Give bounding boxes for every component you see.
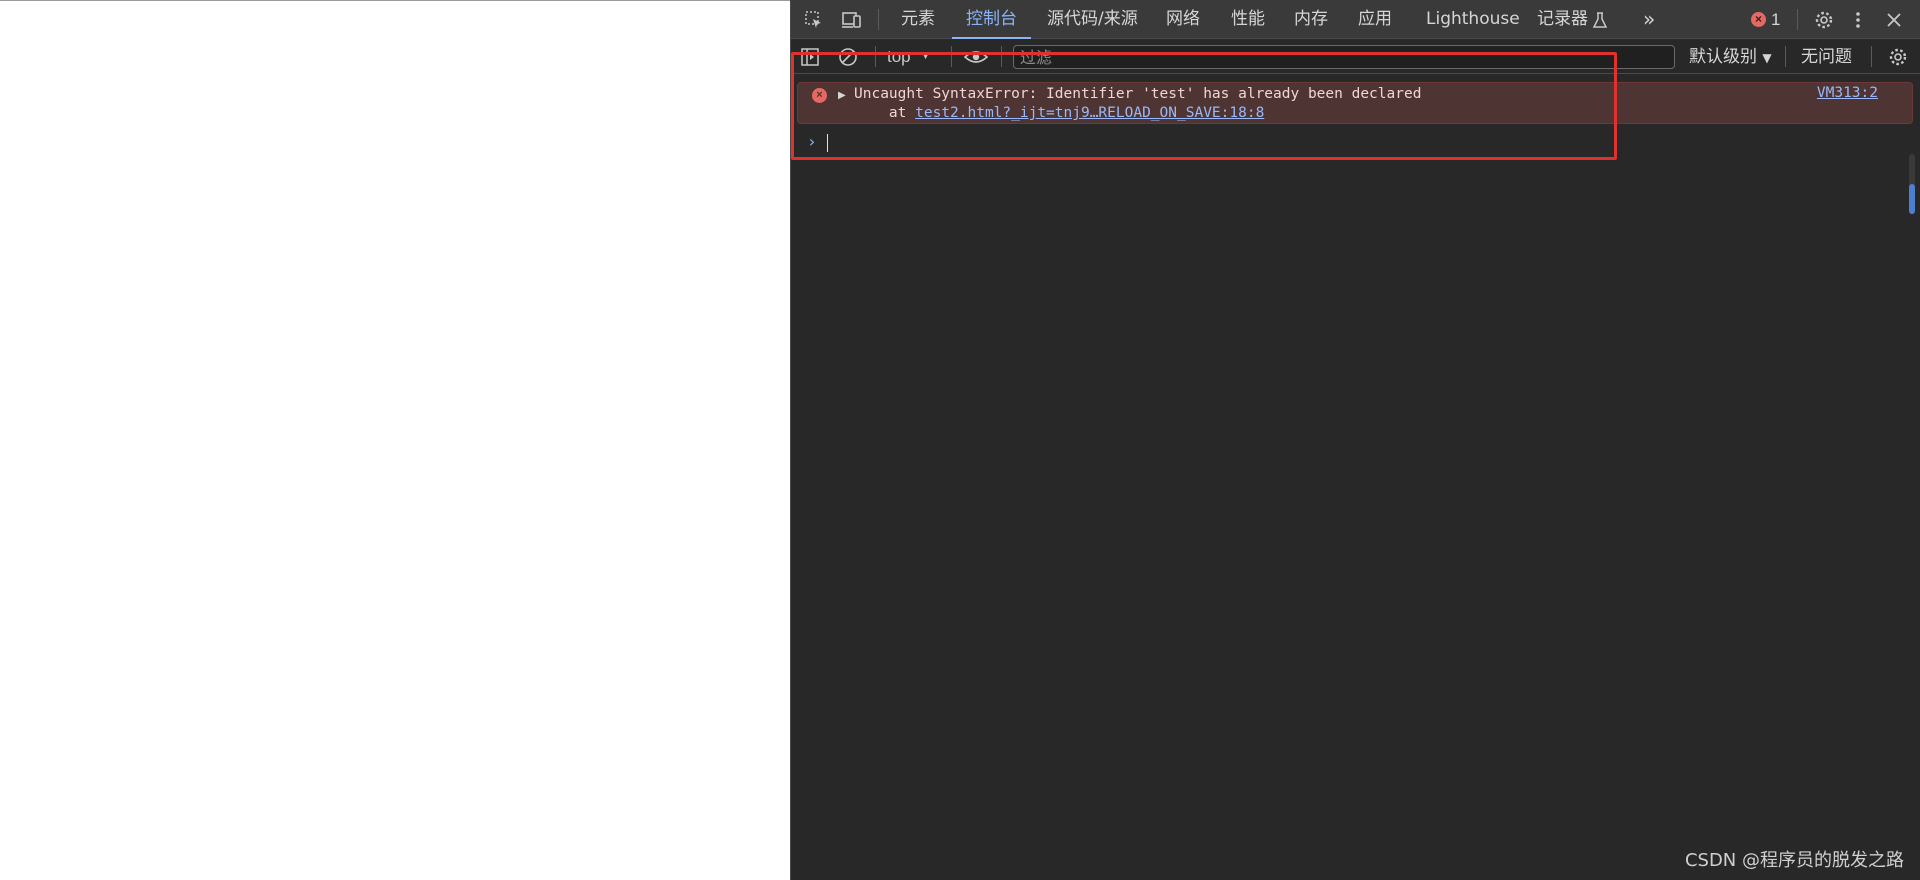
error-icon: × (1751, 12, 1766, 27)
tab-elements[interactable]: 元素 (901, 0, 935, 39)
console-prompt-icon: › (807, 132, 817, 151)
console-input-cursor[interactable] (827, 134, 828, 152)
tab-sources[interactable]: 源代码/来源 (1047, 0, 1138, 39)
vm-source-link[interactable]: VM313:2 (1817, 84, 1878, 102)
tab-console[interactable]: 控制台 (952, 0, 1031, 39)
toolbar-divider (875, 46, 876, 67)
error-counter[interactable]: × 1 (1751, 0, 1780, 39)
toolbar-divider (1797, 9, 1798, 30)
page-viewport (0, 0, 790, 880)
toolbar-divider (878, 9, 879, 30)
gear-icon[interactable] (1811, 7, 1837, 33)
devtools-tabbar: 元素 控制台 源代码/来源 网络 性能 内存 应用 Lighthouse 记录器… (791, 0, 1920, 39)
error-stack-line: at test2.html?_ijt=tnj9…RELOAD_ON_SAVE:1… (854, 104, 1264, 122)
context-value: top (887, 47, 911, 66)
context-selector[interactable]: top ▼ (887, 45, 931, 69)
issues-button[interactable]: 无问题 (1801, 40, 1852, 74)
dropdown-caret-icon: ▼ (920, 51, 931, 62)
console-error-message[interactable]: × ▶ Uncaught SyntaxError: Identifier 'te… (797, 82, 1913, 124)
toolbar-divider (1785, 46, 1786, 67)
tab-memory[interactable]: 内存 (1294, 0, 1328, 39)
scrollbar-thumb[interactable] (1909, 184, 1915, 214)
toolbar-divider (1001, 46, 1002, 67)
close-icon[interactable] (1881, 7, 1907, 33)
clear-console-icon[interactable] (835, 44, 861, 70)
expand-triangle-icon[interactable]: ▶ (838, 88, 846, 103)
log-level-dropdown[interactable]: 默认级别 ▼ (1689, 40, 1772, 74)
error-source-link[interactable]: test2.html?_ijt=tnj9…RELOAD_ON_SAVE:18:8 (915, 105, 1264, 121)
inspect-element-icon[interactable] (801, 7, 827, 33)
error-count: 1 (1771, 9, 1781, 29)
log-level-label: 默认级别 (1689, 47, 1757, 67)
devtools-panel: 元素 控制台 源代码/来源 网络 性能 内存 应用 Lighthouse 记录器… (790, 0, 1920, 880)
tab-application[interactable]: 应用 (1358, 0, 1392, 39)
toolbar-divider (951, 46, 952, 67)
console-toolbar: top ▼ 默认级别 ▼ 无问题 (791, 40, 1920, 74)
console-settings-gear-icon[interactable] (1885, 44, 1911, 70)
tab-network[interactable]: 网络 (1166, 0, 1200, 39)
kebab-menu-icon[interactable] (1845, 7, 1871, 33)
sidebar-toggle-icon[interactable] (797, 44, 823, 70)
more-tabs-button[interactable]: » (1643, 0, 1655, 39)
error-text: Uncaught SyntaxError: Identifier 'test' … (854, 86, 1422, 102)
toolbar-divider (1871, 46, 1872, 67)
dropdown-caret-icon: ▼ (1762, 51, 1772, 65)
watermark-text: CSDN @程序员的脱发之路 (1684, 850, 1904, 871)
device-toolbar-icon[interactable] (839, 7, 865, 33)
error-at-prefix: at (854, 105, 916, 121)
tab-recorder[interactable]: 记录器 (1537, 0, 1588, 39)
error-circle-icon: × (812, 88, 827, 103)
flask-icon (1587, 7, 1613, 33)
tab-lighthouse[interactable]: Lighthouse (1426, 0, 1520, 39)
filter-input[interactable] (1013, 45, 1675, 69)
tab-performance[interactable]: 性能 (1231, 0, 1265, 39)
live-expression-eye-icon[interactable] (963, 44, 989, 70)
console-scrollbar[interactable] (1909, 154, 1915, 214)
